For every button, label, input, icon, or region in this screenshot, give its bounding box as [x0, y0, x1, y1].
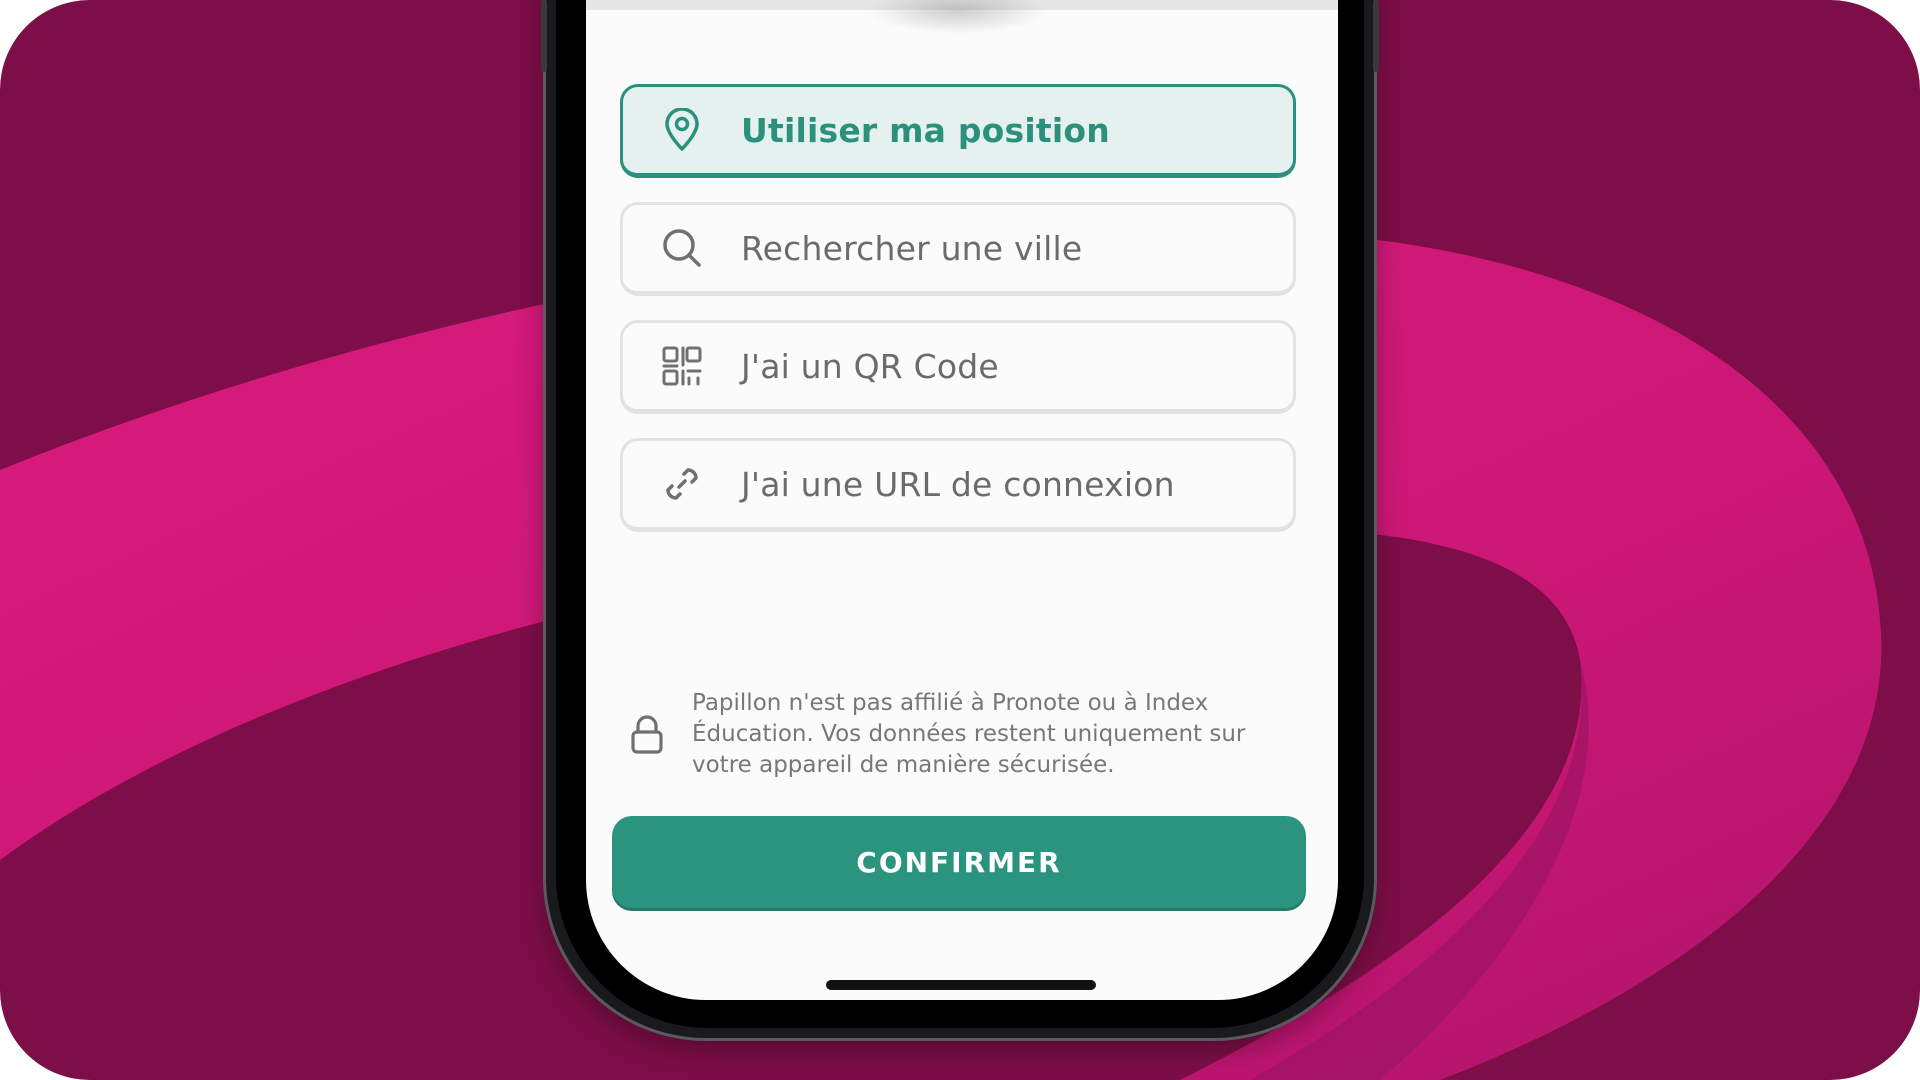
use-location-button[interactable]: Utiliser ma position	[620, 84, 1296, 178]
qr-code-button[interactable]: J'ai un QR Code	[620, 320, 1296, 414]
search-icon	[623, 227, 741, 269]
qr-code-icon	[623, 345, 741, 387]
qr-code-label: J'ai un QR Code	[741, 346, 999, 386]
use-location-label: Utiliser ma position	[741, 110, 1110, 150]
search-city-button[interactable]: Rechercher une ville	[620, 202, 1296, 296]
home-indicator[interactable]	[826, 980, 1096, 990]
url-connection-label: J'ai une URL de connexion	[741, 464, 1175, 504]
lock-icon	[620, 714, 692, 755]
url-connection-button[interactable]: J'ai une URL de connexion	[620, 438, 1296, 532]
phone-right-button	[1373, 0, 1379, 72]
confirm-button-label: CONFIRMER	[856, 845, 1062, 879]
link-icon	[623, 462, 741, 506]
confirm-button[interactable]: CONFIRMER	[612, 816, 1306, 908]
grabber-shadow	[868, 0, 1048, 34]
phone-screen: Utiliser ma position Rechercher une vill…	[586, 0, 1338, 1000]
disclaimer-text: Papillon n'est pas affilié à Pronote ou …	[692, 690, 1246, 778]
privacy-disclaimer: Papillon n'est pas affilié à Pronote ou …	[620, 688, 1300, 781]
phone-left-button	[541, 0, 547, 72]
background-canvas: Utiliser ma position Rechercher une vill…	[0, 0, 1920, 1080]
search-city-label: Rechercher une ville	[741, 228, 1083, 268]
location-pin-icon	[623, 108, 741, 152]
